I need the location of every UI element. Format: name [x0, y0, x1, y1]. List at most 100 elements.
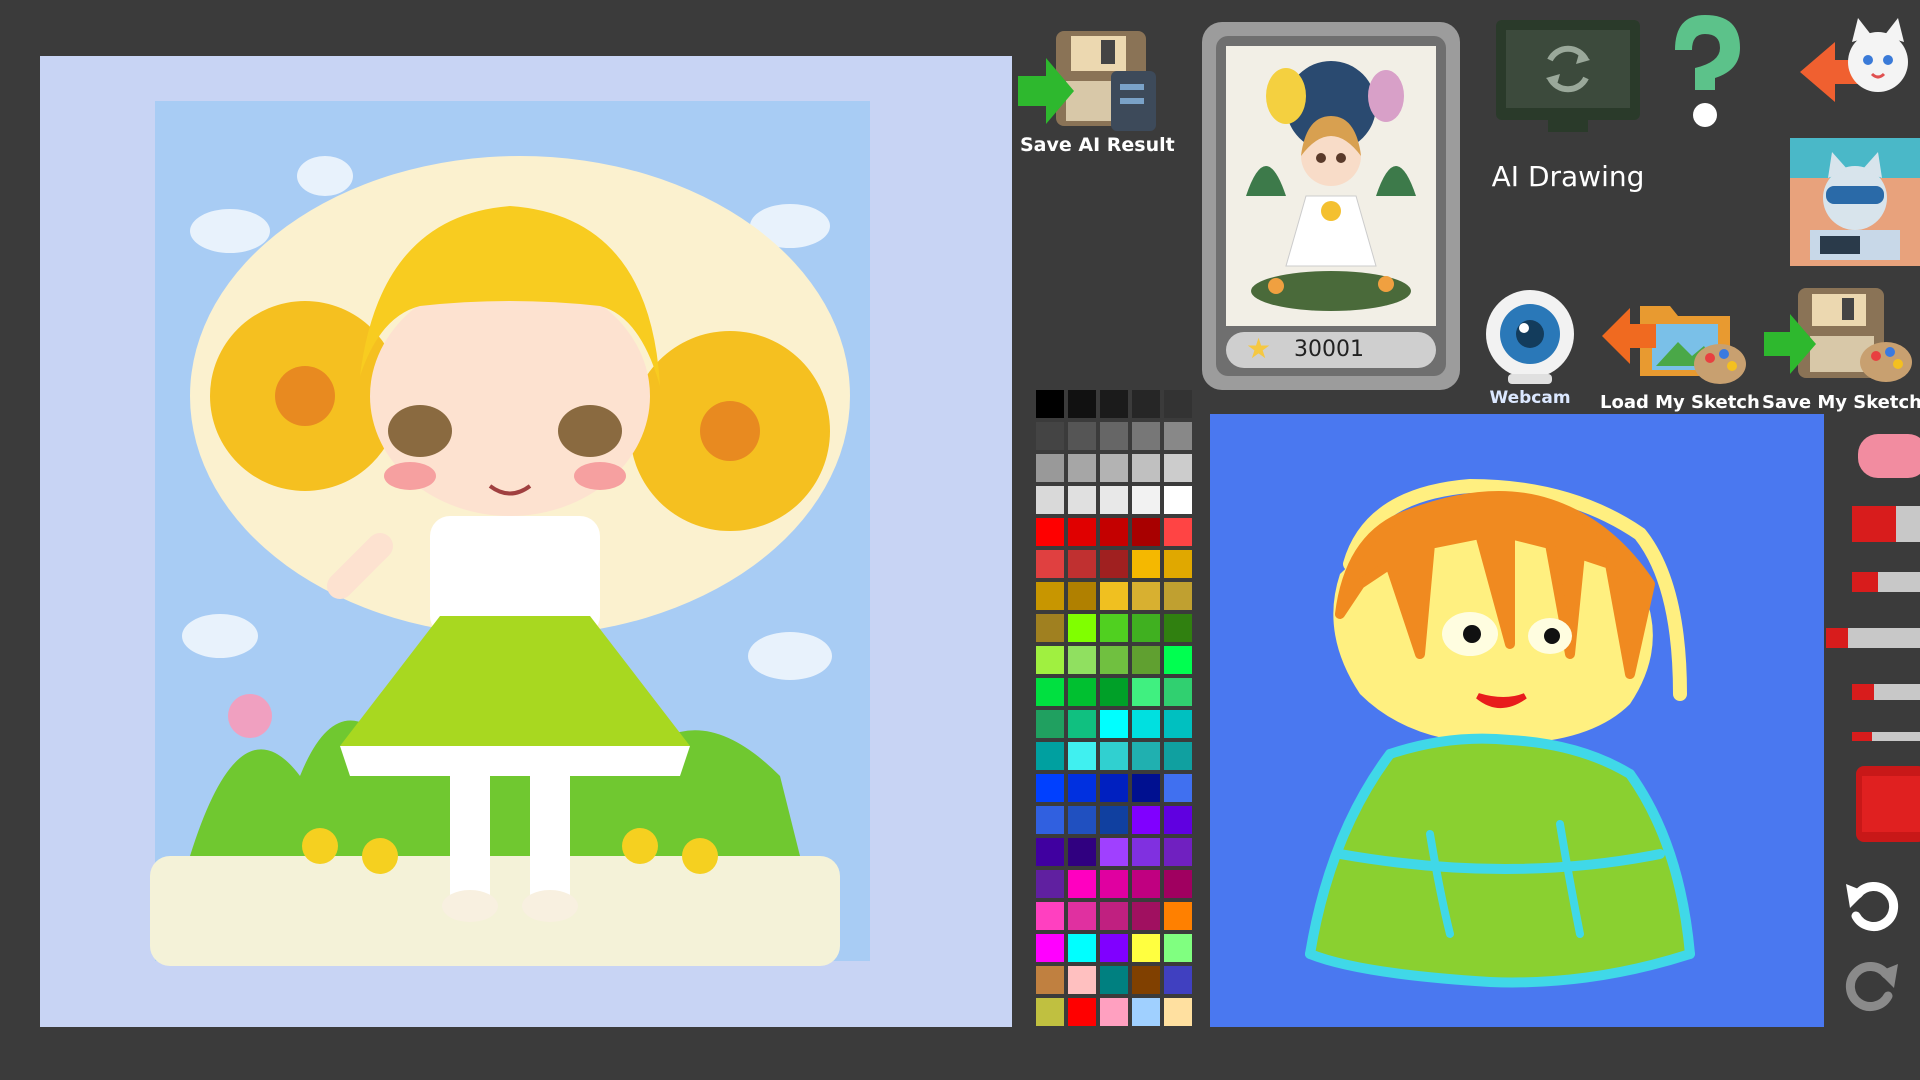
color-swatch[interactable]	[1036, 678, 1064, 706]
color-swatch[interactable]	[1036, 518, 1064, 546]
color-swatch[interactable]	[1068, 550, 1096, 578]
color-swatch[interactable]	[1036, 998, 1064, 1026]
color-swatch[interactable]	[1100, 614, 1128, 642]
color-swatch[interactable]	[1036, 550, 1064, 578]
color-swatch[interactable]	[1164, 518, 1192, 546]
color-swatch[interactable]	[1132, 454, 1160, 482]
color-swatch[interactable]	[1132, 806, 1160, 834]
gallery-card[interactable]: ★ 30001	[1202, 22, 1460, 390]
avatar-button[interactable]	[1790, 138, 1920, 266]
back-button[interactable]	[1800, 12, 1910, 112]
color-swatch[interactable]	[1100, 806, 1128, 834]
color-swatch[interactable]	[1164, 678, 1192, 706]
load-my-sketch-button[interactable]: Load My Sketch	[1600, 286, 1760, 416]
color-swatch[interactable]	[1036, 902, 1064, 930]
color-swatch[interactable]	[1164, 710, 1192, 738]
color-swatch[interactable]	[1132, 870, 1160, 898]
paint-bucket-tool[interactable]	[1852, 762, 1920, 846]
color-swatch[interactable]	[1068, 838, 1096, 866]
color-swatch[interactable]	[1164, 742, 1192, 770]
color-swatch[interactable]	[1100, 710, 1128, 738]
color-swatch[interactable]	[1132, 678, 1160, 706]
color-swatch[interactable]	[1068, 998, 1096, 1026]
color-swatch[interactable]	[1100, 998, 1128, 1026]
color-swatch[interactable]	[1068, 486, 1096, 514]
color-swatch[interactable]	[1036, 934, 1064, 962]
color-swatch[interactable]	[1164, 550, 1192, 578]
color-swatch[interactable]	[1132, 774, 1160, 802]
color-swatch[interactable]	[1100, 486, 1128, 514]
color-swatch[interactable]	[1100, 582, 1128, 610]
color-swatch[interactable]	[1100, 518, 1128, 546]
color-swatch[interactable]	[1036, 806, 1064, 834]
brush-fine-tool[interactable]	[1852, 726, 1920, 746]
webcam-button[interactable]: Webcam	[1480, 288, 1580, 414]
color-swatch[interactable]	[1100, 774, 1128, 802]
color-swatch[interactable]	[1100, 454, 1128, 482]
color-swatch[interactable]	[1132, 934, 1160, 962]
color-swatch[interactable]	[1100, 902, 1128, 930]
color-swatch[interactable]	[1164, 902, 1192, 930]
color-swatch[interactable]	[1068, 678, 1096, 706]
color-swatch[interactable]	[1132, 518, 1160, 546]
save-ai-result-button[interactable]: Save AI Result	[1016, 26, 1175, 166]
color-swatch[interactable]	[1068, 934, 1096, 962]
color-swatch[interactable]	[1068, 422, 1096, 450]
color-swatch[interactable]	[1100, 742, 1128, 770]
color-swatch[interactable]	[1164, 486, 1192, 514]
color-swatch[interactable]	[1132, 422, 1160, 450]
color-swatch[interactable]	[1164, 646, 1192, 674]
color-swatch[interactable]	[1036, 390, 1064, 418]
color-swatch[interactable]	[1036, 486, 1064, 514]
gallery-thumbnail[interactable]	[1226, 46, 1436, 326]
sketch-canvas[interactable]	[1210, 414, 1824, 1027]
color-swatch[interactable]	[1132, 614, 1160, 642]
color-swatch[interactable]	[1100, 422, 1128, 450]
color-swatch[interactable]	[1068, 646, 1096, 674]
color-swatch[interactable]	[1100, 870, 1128, 898]
color-swatch[interactable]	[1164, 582, 1192, 610]
color-swatch[interactable]	[1132, 998, 1160, 1026]
color-swatch[interactable]	[1132, 550, 1160, 578]
color-swatch[interactable]	[1036, 614, 1064, 642]
brush-xlarge-tool[interactable]	[1852, 500, 1920, 548]
color-swatch[interactable]	[1036, 646, 1064, 674]
save-my-sketch-button[interactable]: Save My Sketch	[1762, 286, 1920, 416]
color-swatch[interactable]	[1036, 582, 1064, 610]
color-swatch[interactable]	[1100, 390, 1128, 418]
color-swatch[interactable]	[1068, 774, 1096, 802]
color-swatch[interactable]	[1068, 742, 1096, 770]
ai-drawing-button[interactable]: AI Drawing	[1488, 20, 1648, 200]
color-swatch[interactable]	[1132, 390, 1160, 418]
color-swatch[interactable]	[1068, 518, 1096, 546]
color-swatch[interactable]	[1068, 614, 1096, 642]
color-swatch[interactable]	[1100, 550, 1128, 578]
color-swatch[interactable]	[1036, 422, 1064, 450]
brush-medium-tool[interactable]	[1826, 620, 1920, 656]
color-swatch[interactable]	[1164, 870, 1192, 898]
color-swatch[interactable]	[1068, 454, 1096, 482]
color-swatch[interactable]	[1036, 742, 1064, 770]
redo-button[interactable]	[1842, 956, 1902, 1012]
eraser-tool[interactable]	[1858, 428, 1920, 484]
color-swatch[interactable]	[1132, 902, 1160, 930]
brush-large-tool[interactable]	[1852, 566, 1920, 598]
color-swatch[interactable]	[1164, 774, 1192, 802]
color-swatch[interactable]	[1068, 390, 1096, 418]
undo-button[interactable]	[1842, 876, 1902, 932]
color-swatch[interactable]	[1132, 486, 1160, 514]
brush-small-tool[interactable]	[1852, 678, 1920, 706]
color-swatch[interactable]	[1164, 454, 1192, 482]
color-swatch[interactable]	[1068, 806, 1096, 834]
color-swatch[interactable]	[1164, 422, 1192, 450]
color-swatch[interactable]	[1036, 838, 1064, 866]
color-swatch[interactable]	[1132, 838, 1160, 866]
help-button[interactable]	[1660, 10, 1750, 130]
color-swatch[interactable]	[1100, 678, 1128, 706]
color-swatch[interactable]	[1132, 742, 1160, 770]
color-swatch[interactable]	[1100, 838, 1128, 866]
color-swatch[interactable]	[1068, 710, 1096, 738]
color-swatch[interactable]	[1100, 934, 1128, 962]
color-swatch[interactable]	[1132, 710, 1160, 738]
color-swatch[interactable]	[1132, 582, 1160, 610]
